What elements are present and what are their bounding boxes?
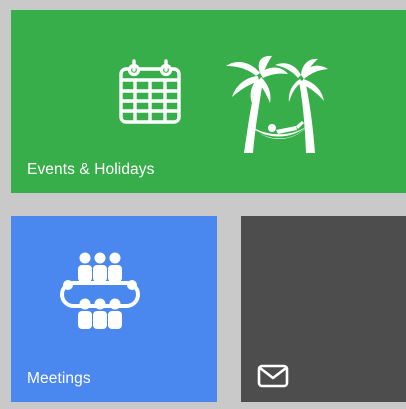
meetings-tile[interactable]: Meetings [11,216,217,402]
meetings-label: Meetings [27,370,91,387]
meeting-group-icon [60,252,140,329]
mail-tile[interactable] [241,216,406,402]
palm-tree-hammock-icon [226,55,328,153]
events-holidays-tile[interactable]: Events & Holidays [11,10,406,193]
events-holidays-label: Events & Holidays [27,161,155,178]
envelope-icon [257,364,289,388]
calendar-icon [119,59,181,124]
